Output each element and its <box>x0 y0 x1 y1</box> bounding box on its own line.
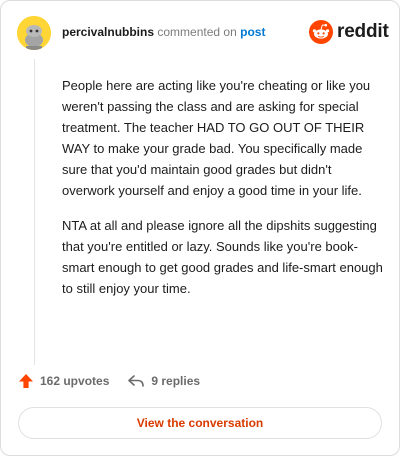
view-conversation-button[interactable]: View the conversation <box>18 407 382 439</box>
comment-body: People here are acting like you're cheat… <box>62 75 387 313</box>
avatar[interactable] <box>17 16 51 50</box>
reddit-wordmark: reddit <box>337 21 389 42</box>
username[interactable]: percivalnubbins <box>62 25 154 39</box>
action-bar: 162 upvotes 9 replies <box>18 373 200 389</box>
upvote-count: 162 upvotes <box>40 374 110 388</box>
post-link[interactable]: post <box>240 25 265 39</box>
commented-label: commented on <box>157 25 237 39</box>
comment-paragraph: NTA at all and please ignore all the dip… <box>62 218 383 296</box>
snoo-avatar-icon <box>17 16 51 50</box>
upvote-button[interactable]: 162 upvotes <box>18 373 109 389</box>
reddit-logo[interactable]: reddit <box>309 20 389 44</box>
reply-button[interactable]: 9 replies <box>127 374 200 388</box>
comment-card: percivalnubbins commented on post reddit… <box>0 0 400 456</box>
reply-arrow-icon <box>128 375 145 387</box>
upvote-arrow-icon <box>19 374 33 388</box>
comment-paragraph: People here are acting like you're cheat… <box>62 78 371 198</box>
reddit-snoo-icon <box>309 20 333 44</box>
reply-count: 9 replies <box>151 374 201 388</box>
thread-line[interactable] <box>34 59 35 365</box>
comment-header: percivalnubbins commented on post <box>62 25 265 39</box>
